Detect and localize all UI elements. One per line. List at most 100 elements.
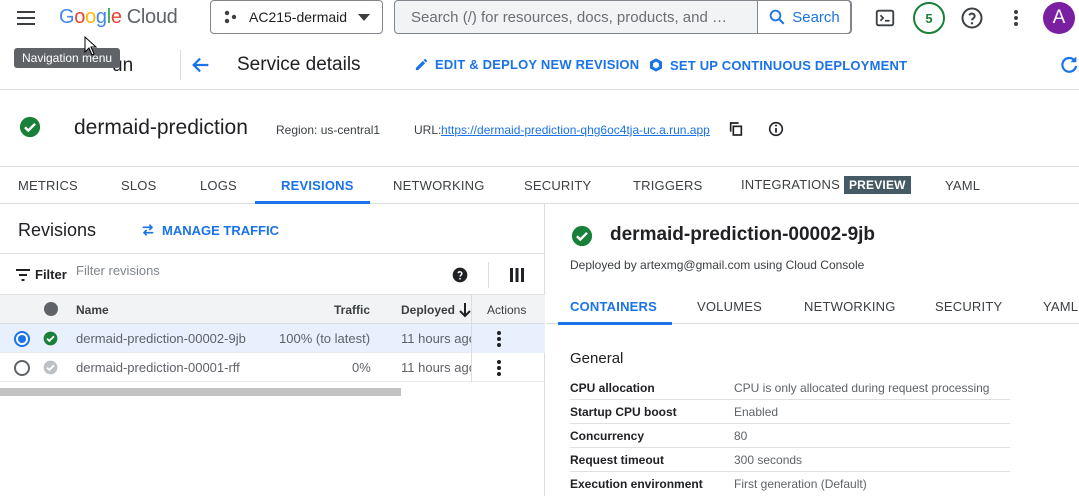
refresh-icon[interactable] (1058, 54, 1079, 81)
pencil-icon (415, 58, 428, 71)
logo-letter: G (59, 6, 75, 28)
actions-column: Actions (471, 295, 545, 324)
revision-traffic: 100% (to latest) (279, 331, 371, 346)
preview-badge: PREVIEW (843, 176, 911, 194)
sort-arrow-down-icon[interactable] (458, 302, 472, 318)
revisions-panel: Revisions MANAGE TRAFFIC Filter Name Tra… (0, 204, 545, 496)
project-picker[interactable]: AC215-dermaid (210, 0, 383, 34)
tab-slos[interactable]: SLOS (121, 178, 156, 193)
status-column-icon (44, 302, 58, 316)
more-vert-icon[interactable] (1002, 4, 1030, 32)
more-vert-icon[interactable] (496, 359, 502, 377)
revision-name[interactable]: dermaid-prediction-00002-9jb (76, 331, 246, 346)
logo-letter: g (95, 6, 107, 28)
column-name[interactable]: Name (76, 303, 109, 317)
tab-networking[interactable]: NETWORKING (804, 299, 896, 314)
detail-row: CPU allocation CPU is only allocated dur… (570, 376, 1010, 400)
manage-traffic-button[interactable]: MANAGE TRAFFIC (140, 222, 279, 238)
check-circle-icon (43, 360, 58, 375)
column-traffic[interactable]: Traffic (334, 303, 370, 317)
tab-triggers[interactable]: TRIGGERS (633, 178, 703, 193)
continuous-deploy-label: SET UP CONTINUOUS DEPLOYMENT (670, 57, 908, 73)
check-circle-icon (571, 225, 593, 252)
table-row[interactable]: dermaid-prediction-00002-9jb 100% (to la… (0, 324, 545, 353)
row-actions (471, 324, 545, 353)
notifications-badge[interactable]: 5 (913, 2, 945, 34)
url-label: URL: (414, 123, 442, 137)
horizontal-scrollbar[interactable] (0, 388, 401, 396)
row-radio[interactable] (14, 360, 30, 376)
service-url-link[interactable]: https://dermaid-prediction-qhg6oc4tja-uc… (441, 123, 710, 137)
page-header: un Service details EDIT & DEPLOY NEW REV… (0, 40, 1079, 90)
tab-yaml[interactable]: YAML (945, 178, 980, 193)
detail-key: Execution environment (570, 477, 703, 491)
active-tab-indicator (558, 322, 672, 325)
manage-traffic-label: MANAGE TRAFFIC (162, 222, 279, 238)
tab-revisions[interactable]: REVISIONS (281, 178, 354, 193)
tab-containers[interactable]: CONTAINERS (570, 299, 657, 314)
detail-row: Startup CPU boost Enabled (570, 400, 1010, 424)
search-button[interactable]: Search (757, 0, 851, 34)
column-display-icon[interactable] (509, 267, 525, 288)
project-name: AC215-dermaid (249, 9, 348, 25)
revisions-title: Revisions (18, 220, 97, 240)
tab-yaml[interactable]: YAML (1043, 299, 1078, 314)
detail-value: Enabled (734, 405, 779, 419)
detail-value: First generation (Default) (734, 477, 867, 491)
detail-value: 80 (734, 429, 748, 443)
check-circle-icon (19, 116, 41, 143)
revision-title: dermaid-prediction-00002-9jb (610, 224, 876, 245)
build-cube-icon (650, 58, 662, 72)
service-region: Region: us-central1 (276, 123, 381, 137)
tab-networking[interactable]: NETWORKING (393, 178, 485, 193)
continuous-deploy-button[interactable]: SET UP CONTINUOUS DEPLOYMENT (648, 57, 907, 73)
service-summary: dermaid-prediction Region: us-central1 U… (0, 90, 1079, 167)
google-cloud-logo[interactable]: Google Cloud (59, 6, 178, 29)
tab-security[interactable]: SECURITY (524, 178, 591, 193)
more-vert-icon[interactable] (496, 330, 502, 348)
copy-icon[interactable] (728, 121, 744, 142)
help-icon[interactable] (452, 267, 468, 288)
detail-row: Execution environment First generation (… (570, 472, 1010, 496)
navigation-menu-tooltip: Navigation menu (14, 48, 121, 68)
tab-integrations-label: INTEGRATIONS (741, 177, 840, 192)
service-tabs: METRICS SLOS LOGS REVISIONS NETWORKING S… (0, 167, 1079, 204)
row-radio[interactable] (14, 331, 30, 347)
column-deployed[interactable]: Deployed (401, 303, 455, 317)
search-icon (769, 9, 785, 25)
detail-value: CPU is only allocated during request pro… (734, 381, 990, 395)
edit-deploy-button[interactable]: EDIT & DEPLOY NEW REVISION (414, 57, 639, 72)
filter-input[interactable] (76, 263, 326, 278)
service-name: dermaid-prediction (74, 116, 248, 139)
table-row[interactable]: dermaid-prediction-00001-rff 0% 11 hours… (0, 353, 545, 382)
project-icon (224, 10, 237, 24)
menu-icon[interactable] (14, 6, 42, 30)
back-arrow-icon[interactable] (190, 54, 212, 76)
cloud-shell-icon[interactable] (871, 4, 899, 32)
tab-metrics[interactable]: METRICS (18, 178, 78, 193)
detail-row: Request timeout 300 seconds (570, 448, 1010, 472)
filter-icon (16, 269, 30, 281)
column-actions: Actions (487, 303, 527, 317)
row-actions (471, 353, 545, 382)
logo-letter: o (74, 6, 86, 28)
revision-tabs: CONTAINERS VOLUMES NETWORKING SECURITY Y… (546, 286, 1079, 325)
help-icon[interactable] (958, 4, 986, 32)
tab-volumes[interactable]: VOLUMES (697, 299, 762, 314)
search-input[interactable] (395, 1, 759, 33)
info-icon[interactable] (768, 121, 784, 142)
tab-logs[interactable]: LOGS (200, 178, 237, 193)
check-circle-icon (43, 331, 58, 346)
section-title: General (570, 350, 624, 367)
filter-bar: Filter (0, 253, 545, 295)
search-button-label: Search (792, 8, 840, 26)
revision-traffic: 0% (352, 360, 371, 375)
detail-row: Concurrency 80 (570, 424, 1010, 448)
divider (180, 50, 181, 80)
revision-name[interactable]: dermaid-prediction-00001-rff (76, 360, 240, 375)
tab-integrations[interactable]: INTEGRATIONS PREVIEW (741, 176, 911, 194)
tab-security[interactable]: SECURITY (935, 299, 1002, 314)
avatar[interactable]: A (1043, 2, 1075, 34)
detail-key: Startup CPU boost (570, 405, 677, 419)
divider (488, 262, 489, 288)
